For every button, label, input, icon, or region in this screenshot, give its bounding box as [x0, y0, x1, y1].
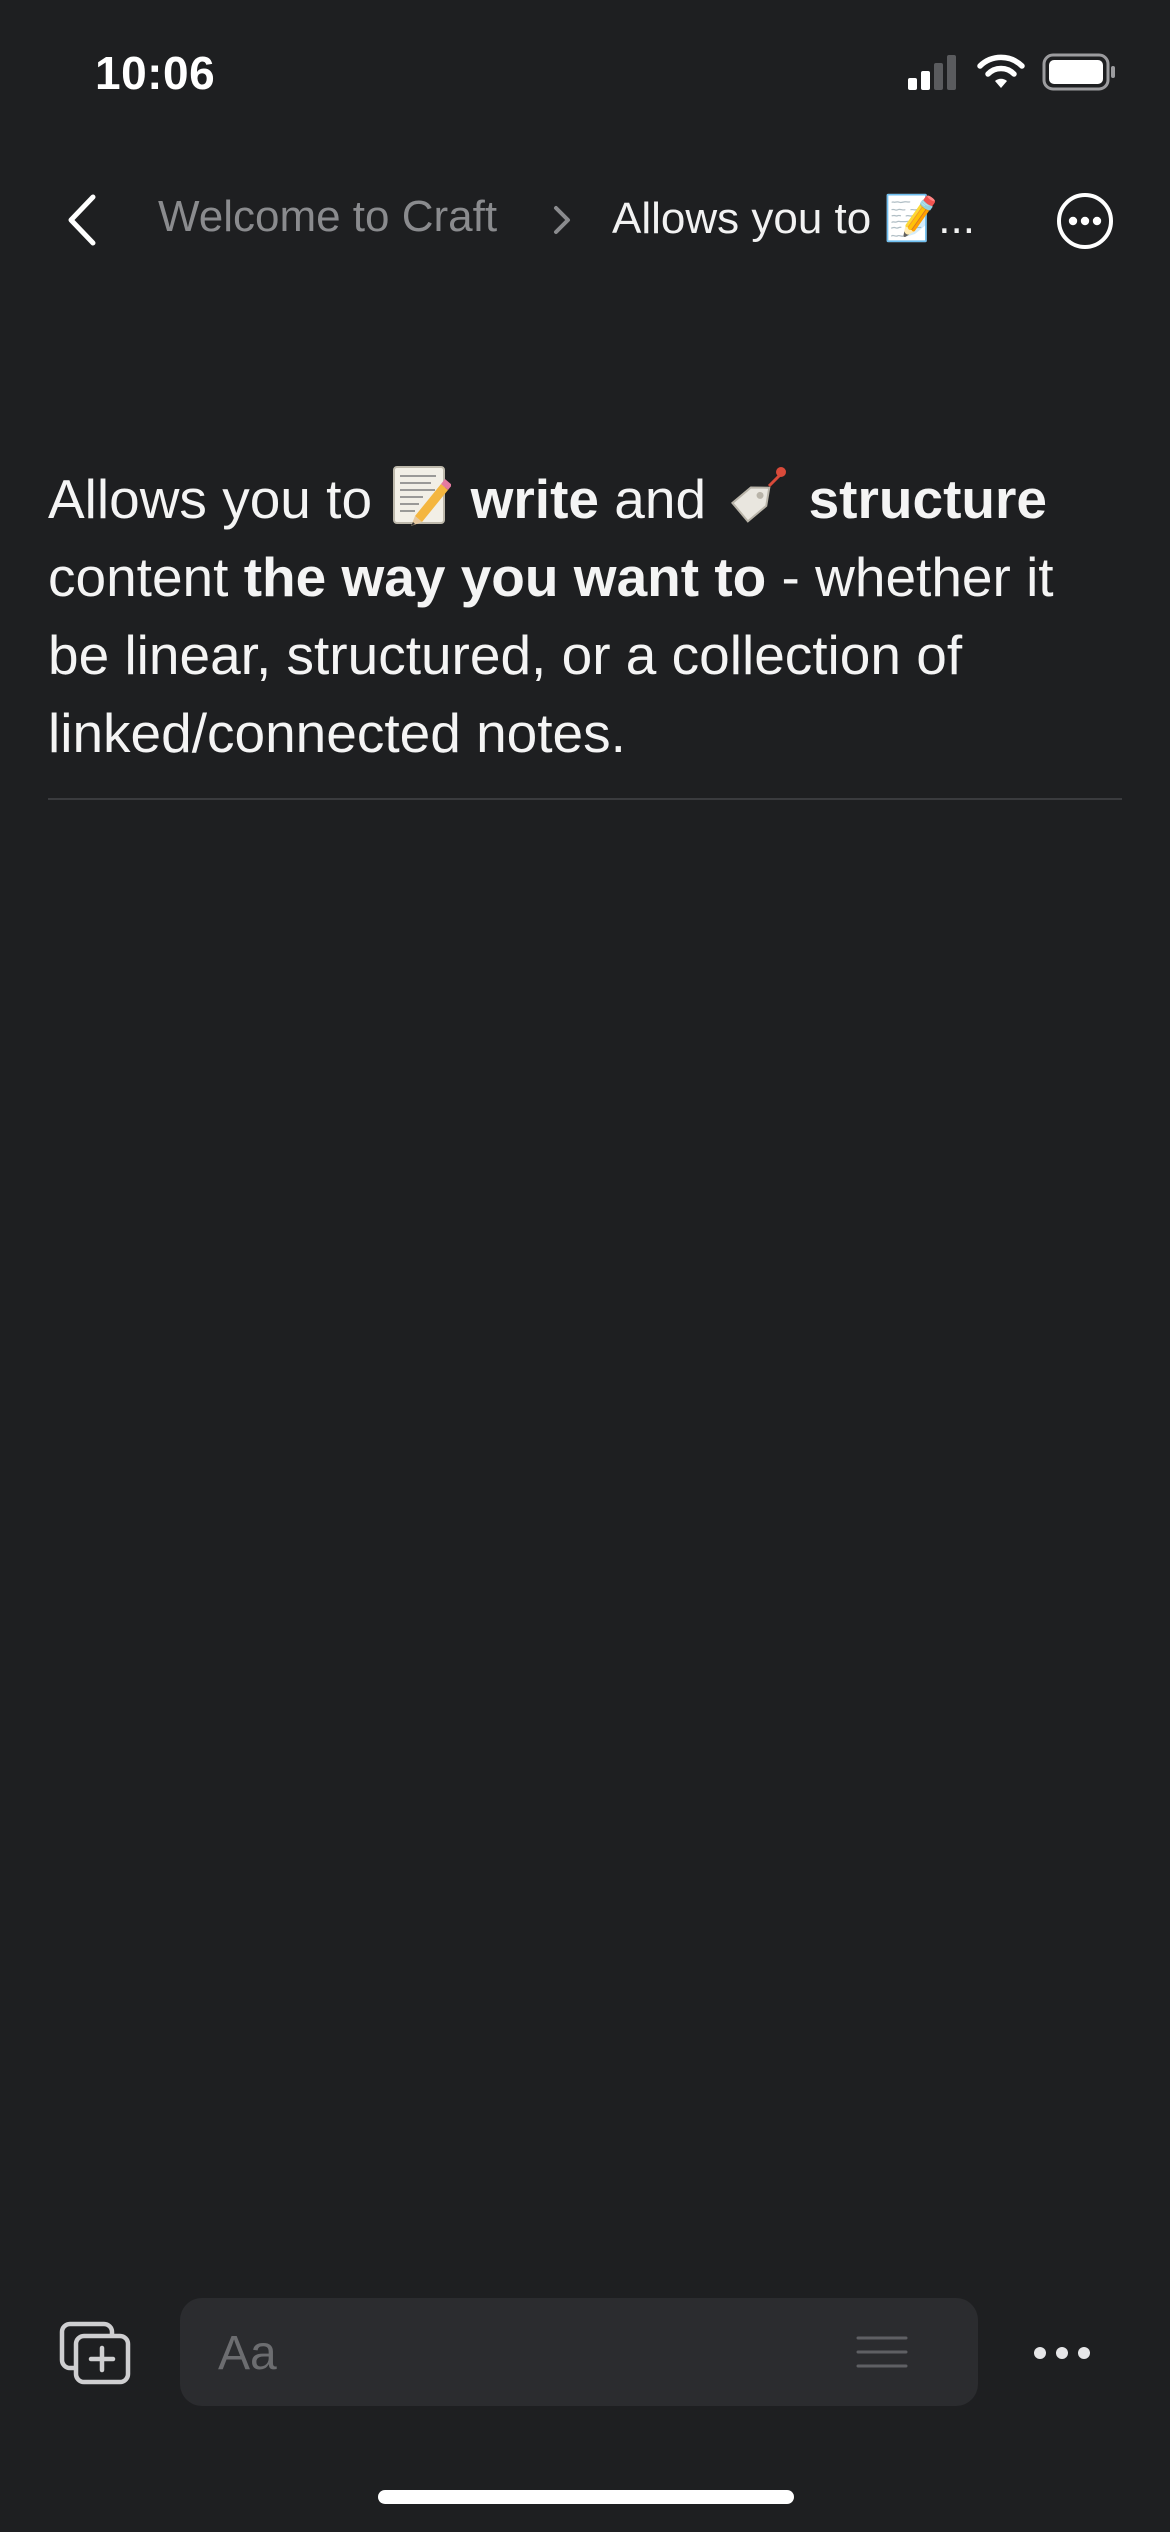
add-block-button[interactable]: [58, 2320, 134, 2386]
tag-emoji: [731, 467, 787, 523]
input-placeholder: Aa: [218, 2327, 277, 2380]
battery-icon: [1042, 53, 1115, 91]
overflow-menu-button[interactable]: [1032, 2338, 1092, 2368]
text-input-field[interactable]: Aa: [180, 2298, 978, 2406]
more-dots-icon: [1034, 2347, 1090, 2359]
bold-structure: structure: [808, 468, 1047, 530]
wifi-icon: [977, 54, 1025, 88]
add-page-icon: [59, 2321, 131, 2385]
text-block[interactable]: Allows you to write and structure conten…: [48, 460, 1122, 772]
cellular-signal-icon: [908, 55, 956, 90]
home-indicator[interactable]: [378, 2490, 794, 2504]
memo-emoji: [393, 466, 452, 526]
chevron-left-icon: [68, 194, 96, 246]
breadcrumb-current[interactable]: Allows you to 📝...: [612, 192, 975, 244]
text-run: content: [48, 546, 244, 608]
more-options-button[interactable]: [1056, 192, 1114, 250]
breadcrumb-parent[interactable]: Welcome to Craft: [158, 192, 497, 242]
divider: [48, 798, 1122, 800]
text-run: and: [598, 468, 722, 530]
chevron-right-icon: [554, 206, 570, 234]
text-run: Allows you to: [48, 468, 388, 530]
status-time: 10:06: [95, 47, 216, 99]
lines-icon[interactable]: [856, 2334, 908, 2370]
ellipsis-circle-icon: [1057, 193, 1113, 249]
bold-phrase: the way you want to: [243, 546, 767, 608]
bold-write: write: [470, 468, 599, 530]
back-button[interactable]: [58, 190, 106, 250]
status-icons: [908, 52, 1116, 92]
